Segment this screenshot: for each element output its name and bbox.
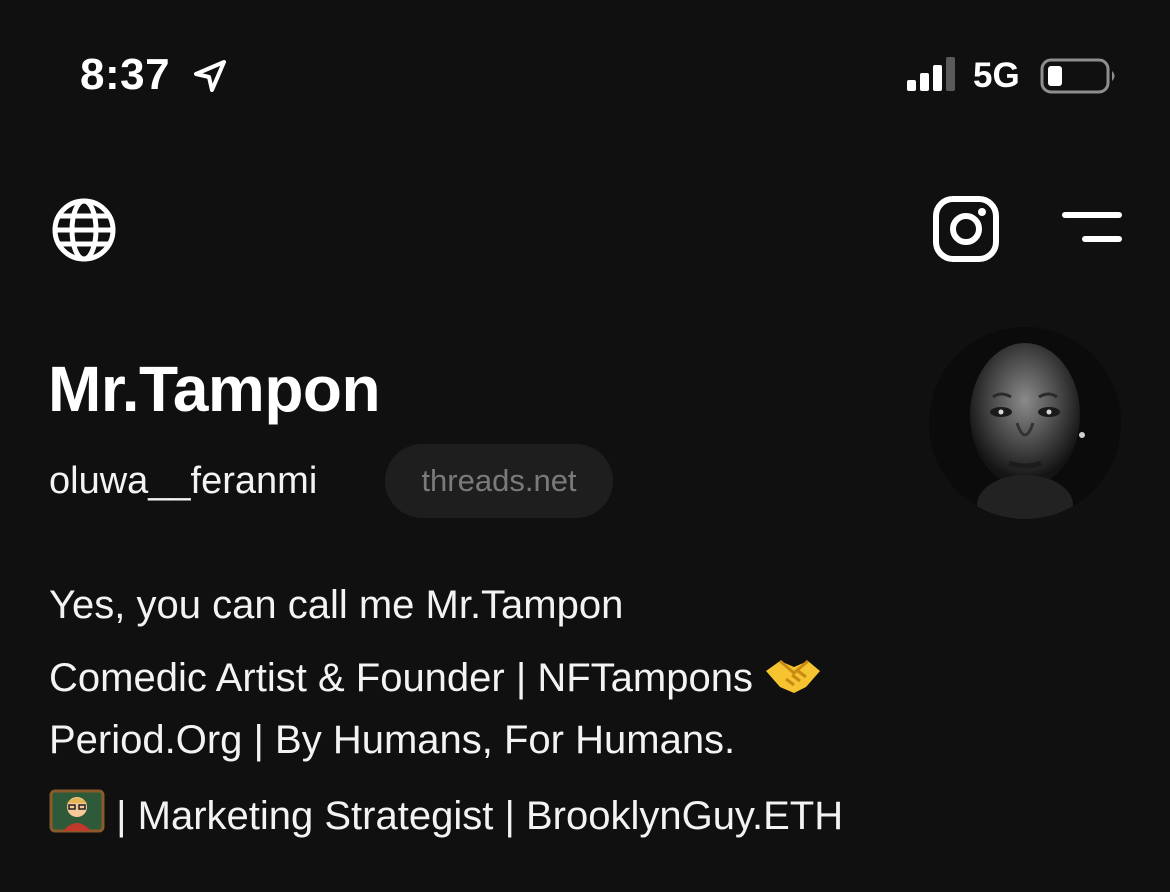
profile-display-name: Mr.Tampon [48,353,381,425]
network-type: 5G [973,56,1020,95]
threads-domain-badge[interactable]: threads.net [385,444,613,518]
profile-username: oluwa__feranmi [49,460,318,502]
bio-line-4: | Marketing Strategist | BrooklynGuy.ETH [49,789,843,839]
bio-line-3: Period.Org | By Humans, For Humans. [49,718,736,762]
menu-icon[interactable] [1058,208,1124,248]
handshake-emoji [766,659,821,693]
battery-icon [1040,58,1115,94]
bio-line-2: Comedic Artist & Founder | NFTampons [49,653,822,701]
bio-line-1: Yes, you can call me Mr.Tampon [49,583,624,627]
status-time: 8:37 [80,50,171,99]
instagram-icon[interactable] [932,195,1000,263]
signal-bars-icon [907,57,955,91]
bio-line-2-text: Comedic Artist & Founder | NFTampons [49,656,753,700]
avatar[interactable] [929,327,1121,519]
teacher-emoji [49,789,105,833]
globe-icon[interactable] [50,196,118,264]
location-arrow-icon [194,60,226,92]
bio-line-4-text: | Marketing Strategist | BrooklynGuy.ETH [116,794,844,838]
